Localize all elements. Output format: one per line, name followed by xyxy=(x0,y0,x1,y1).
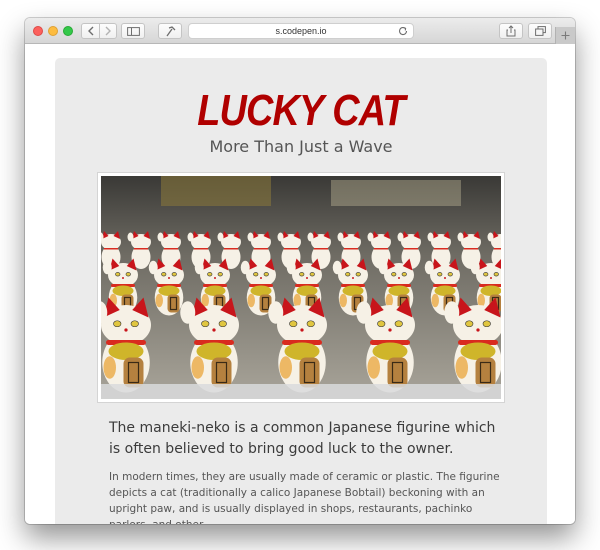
zoom-window-button[interactable] xyxy=(63,26,73,36)
share-icon xyxy=(506,25,516,37)
show-sidebar-button[interactable] xyxy=(121,23,145,39)
minimize-window-button[interactable] xyxy=(48,26,58,36)
lead-paragraph: The maneki-neko is a common Japanese fig… xyxy=(109,420,496,457)
chevron-right-icon xyxy=(105,26,111,36)
sidebar-icon xyxy=(126,26,140,36)
address-bar[interactable]: s.codepen.io xyxy=(188,23,414,39)
plus-icon xyxy=(561,31,570,40)
url-text: s.codepen.io xyxy=(275,26,327,36)
new-tab-button[interactable] xyxy=(555,27,575,44)
lucky-cat-figurines-image xyxy=(101,176,501,399)
reload-icon[interactable] xyxy=(398,26,408,36)
page-viewport: LUCKY CAT More Than Just a Wave The mane… xyxy=(25,45,575,524)
body-paragraph: In modern times, they are usually made o… xyxy=(109,471,500,524)
chevron-left-icon xyxy=(87,26,93,36)
lucky-cat-photo xyxy=(97,172,505,403)
tools-button[interactable] xyxy=(158,23,182,39)
navigation-buttons xyxy=(81,23,117,39)
show-tabs-button[interactable] xyxy=(528,23,552,39)
page-subtitle: More Than Just a Wave xyxy=(209,137,393,156)
back-button[interactable] xyxy=(82,24,99,38)
tabs-icon xyxy=(534,26,546,36)
browser-toolbar: s.codepen.io xyxy=(25,18,575,44)
browser-window: s.codepen.io LUCKY CAT More Than Just a … xyxy=(25,18,575,524)
hammer-icon xyxy=(166,25,176,36)
cat-figurine xyxy=(101,297,151,393)
content-card: LUCKY CAT More Than Just a Wave The mane… xyxy=(55,58,547,524)
share-button[interactable] xyxy=(499,23,523,39)
page-title: LUCKY CAT xyxy=(197,86,405,135)
forward-button[interactable] xyxy=(99,24,116,38)
close-window-button[interactable] xyxy=(33,26,43,36)
